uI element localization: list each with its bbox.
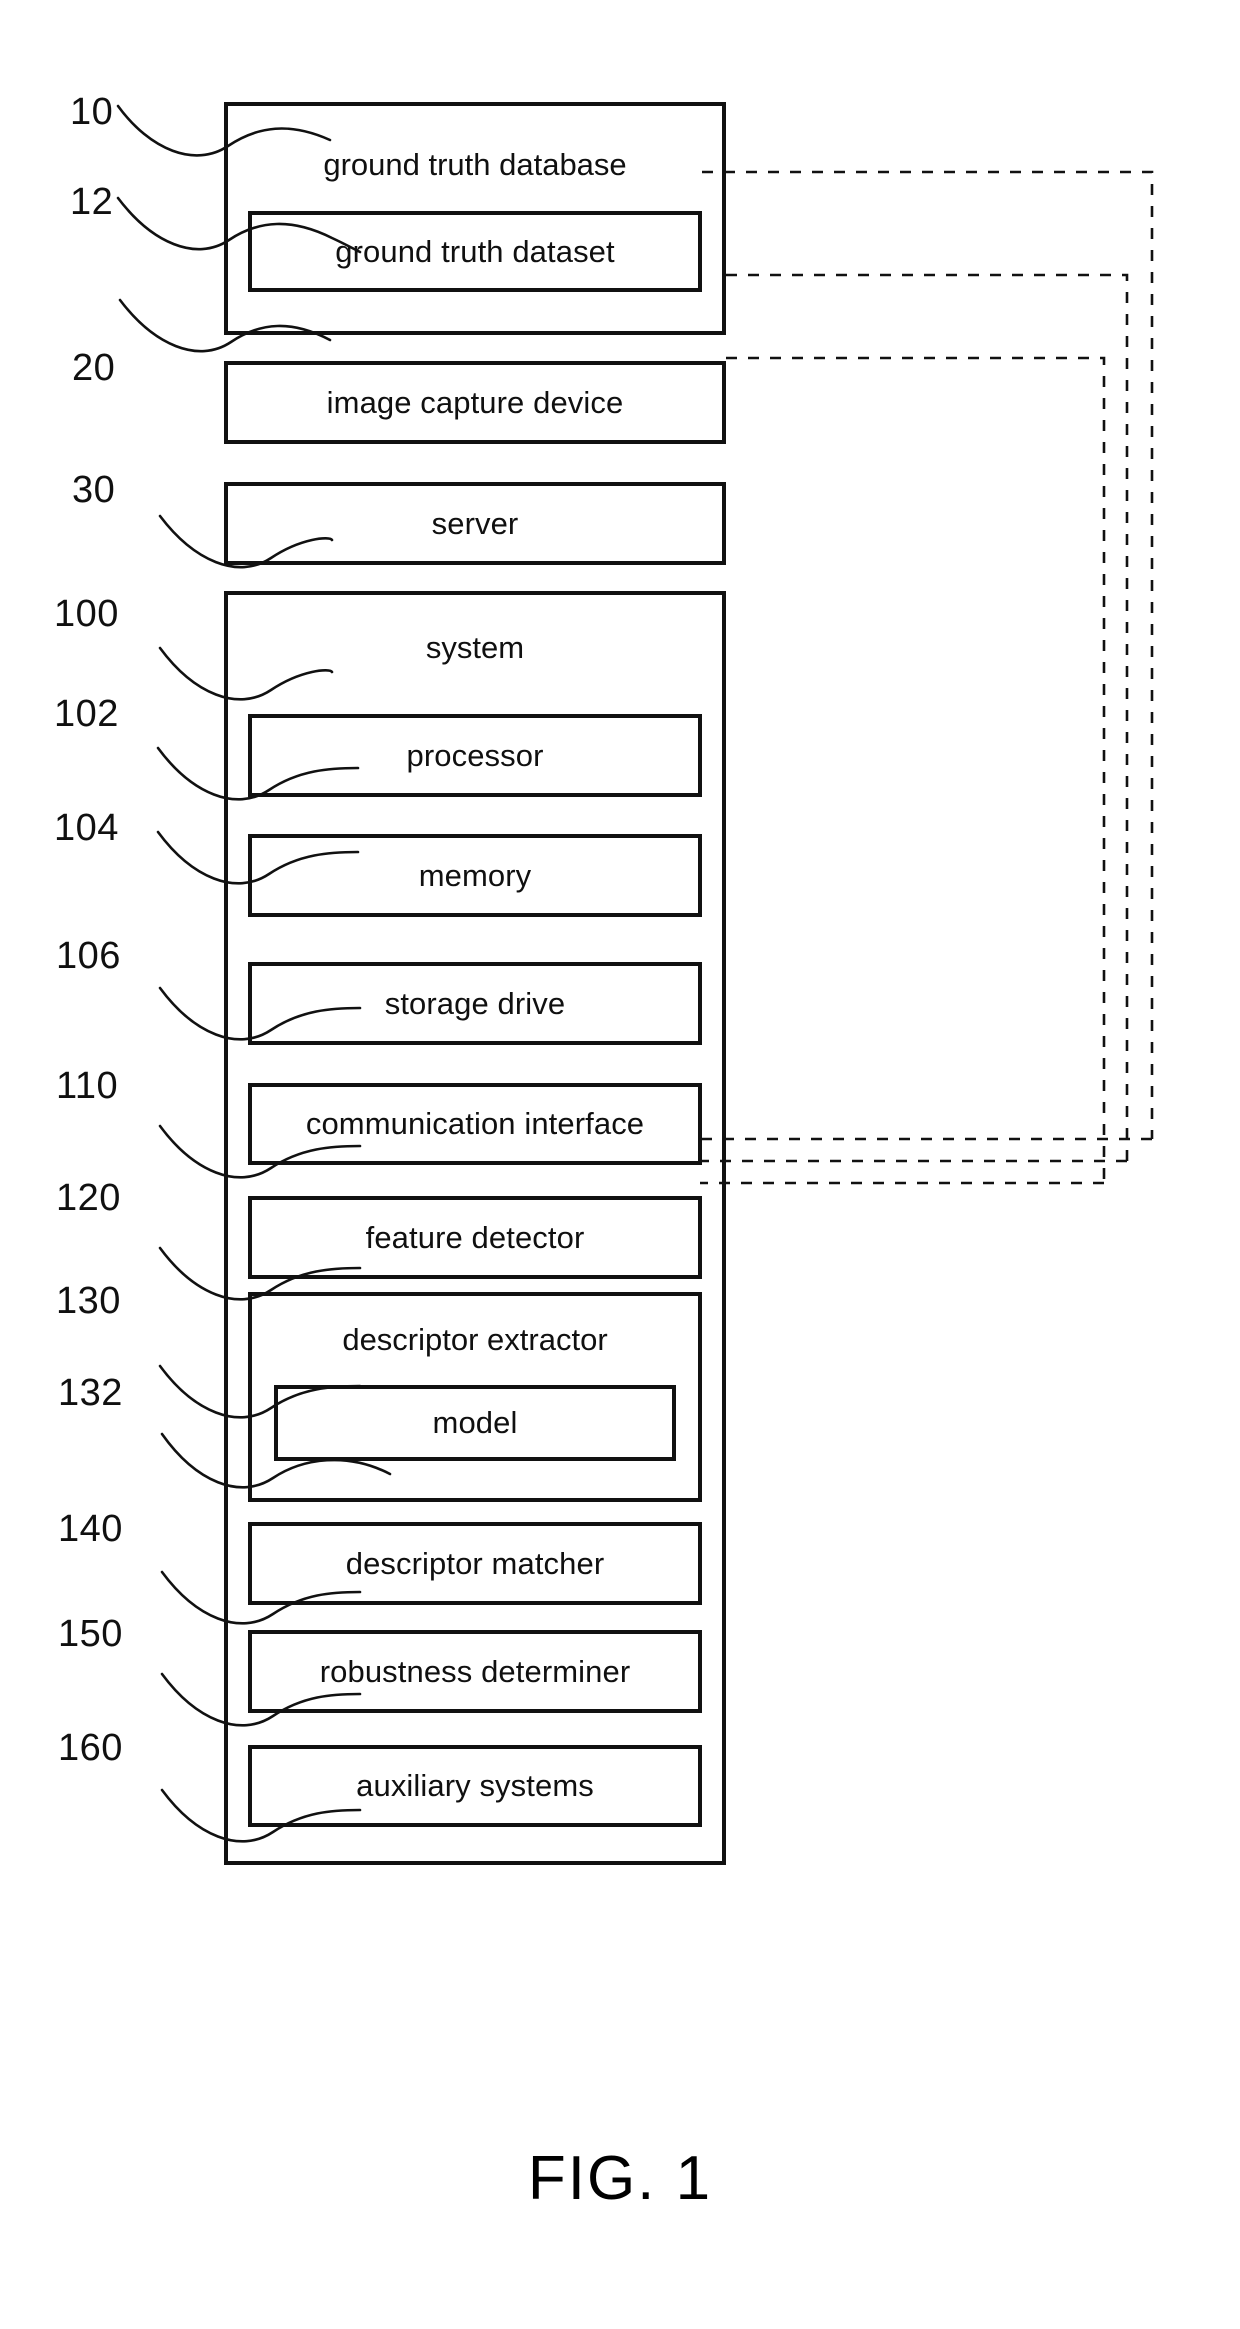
ref-102: 102 [54, 693, 119, 736]
ref-140: 140 [58, 1508, 123, 1551]
label-server: server [431, 505, 519, 541]
box-ground-truth-dataset: ground truth dataset [248, 210, 702, 293]
label-ground-truth-database: ground truth database [323, 146, 627, 182]
dashed-link-server [726, 356, 1106, 1183]
label-auxiliary-systems: auxiliary systems [356, 1768, 594, 1804]
label-storage-drive: storage drive [384, 985, 566, 1021]
ref-110: 110 [56, 1064, 119, 1107]
patent-figure: ground truth database ground truth datas… [0, 0, 1240, 2329]
ref-12: 12 [70, 181, 114, 224]
box-memory: memory [248, 833, 702, 917]
box-processor: processor [248, 714, 702, 798]
label-memory: memory [418, 857, 532, 893]
label-system: system [425, 629, 525, 665]
label-descriptor-matcher: descriptor matcher [345, 1545, 605, 1581]
ref-30: 30 [72, 469, 116, 512]
box-communication-interface: communication interface [248, 1082, 702, 1166]
dashed-link-capture-device [726, 273, 1129, 1161]
label-model: model [432, 1405, 518, 1441]
label-image-capture-device: image capture device [326, 384, 624, 420]
box-auxiliary-systems: auxiliary systems [248, 1744, 702, 1828]
label-communication-interface: communication interface [305, 1106, 645, 1142]
label-processor: processor [406, 738, 544, 774]
box-storage-drive: storage drive [248, 961, 702, 1045]
ref-10: 10 [70, 91, 114, 134]
ref-106: 106 [56, 935, 121, 978]
box-model: model [274, 1385, 676, 1461]
label-feature-detector: feature detector [365, 1219, 585, 1255]
ref-130: 130 [56, 1279, 121, 1322]
ref-132: 132 [58, 1371, 123, 1414]
box-image-capture-device: image capture device [224, 360, 726, 444]
ref-150: 150 [58, 1613, 123, 1656]
dashed-link-dataset [702, 170, 1154, 1139]
ref-104: 104 [54, 806, 119, 849]
ref-100: 100 [54, 593, 119, 636]
box-descriptor-matcher: descriptor matcher [248, 1521, 702, 1605]
figure-caption: FIG. 1 [527, 2144, 713, 2213]
label-ground-truth-dataset: ground truth dataset [335, 234, 615, 270]
box-feature-detector: feature detector [248, 1196, 702, 1279]
label-descriptor-extractor: descriptor extractor [342, 1322, 608, 1358]
ref-20: 20 [72, 347, 116, 390]
ref-160: 160 [58, 1726, 123, 1769]
box-robustness-determiner: robustness determiner [248, 1629, 702, 1713]
label-robustness-determiner: robustness determiner [319, 1653, 631, 1689]
ref-120: 120 [56, 1176, 121, 1219]
box-server: server [224, 481, 726, 565]
